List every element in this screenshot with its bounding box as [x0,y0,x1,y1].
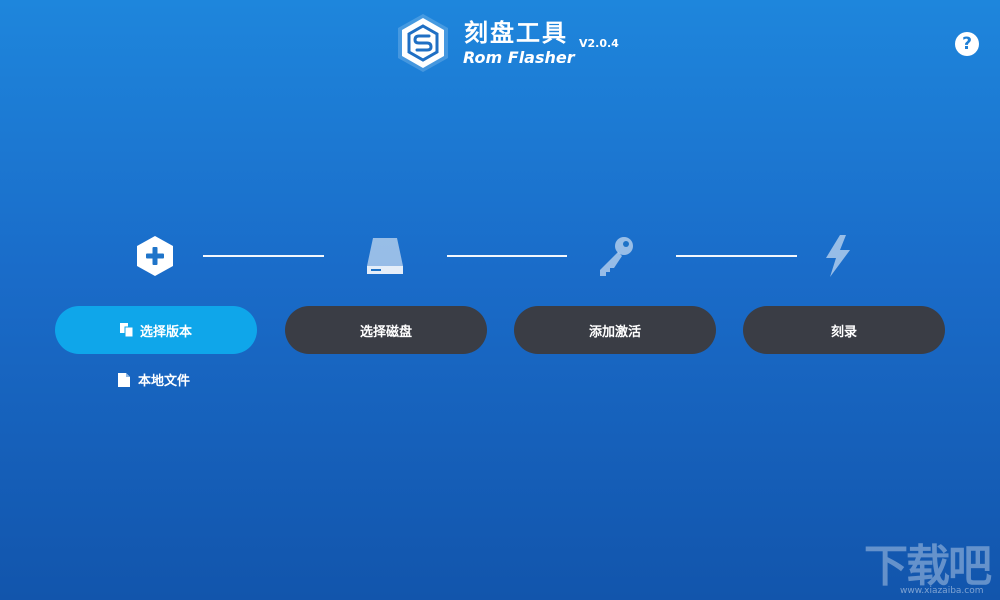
local-file-link[interactable]: 本地文件 [118,370,190,389]
step-label: 选择版本 [139,324,192,340]
help-button[interactable]: ? [955,32,979,56]
step-add-activation-button[interactable]: 添加激活 [514,306,716,354]
step-label: 添加激活 [588,324,641,340]
step-connector-2 [447,255,567,257]
lightning-icon [826,235,850,277]
app-logo-icon [398,14,448,72]
header: 刻盘工具 Rom Flasher V2.0.4 ? [0,0,1000,90]
watermark-text: 下载吧 [864,541,992,592]
step-connector-3 [676,255,797,257]
plus-hexagon-icon [137,236,173,276]
hard-drive-icon [367,238,403,274]
app-title: 刻盘工具 [464,19,568,47]
version-label: V2.0.4 [579,37,619,50]
app-subtitle: Rom Flasher [463,48,575,67]
step-label: 刻录 [830,324,857,340]
copy-icon [119,323,134,337]
step-select-disk-button[interactable]: 选择磁盘 [285,306,487,354]
key-icon [600,237,633,276]
step-select-version-button[interactable]: 选择版本 [55,306,257,354]
watermark-url: www.xiazaiba.com [900,586,984,596]
step-connector-1 [203,255,324,257]
local-file-label: 本地文件 [138,374,191,389]
step-label: 选择磁盘 [359,324,412,340]
step-burn-button[interactable]: 刻录 [743,306,945,354]
file-icon [118,372,130,387]
